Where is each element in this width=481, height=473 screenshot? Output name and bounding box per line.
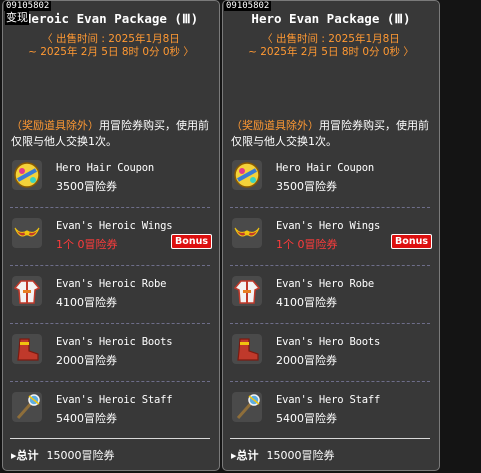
package-item[interactable]: Hero Hair Coupon 3500冒险券 (230, 154, 430, 200)
robe-icon (12, 276, 42, 306)
item-name: Evan's Heroic Staff (56, 394, 173, 406)
item-name: Evan's Hero Wings (276, 220, 381, 232)
bonus-badge: Bonus (391, 234, 432, 249)
item-price: 4100冒险券 (276, 296, 337, 309)
sale-period-line2: ~ 2025年 2月 5日 8时 0分 0秒 〉 (28, 46, 194, 58)
item-divider (230, 207, 430, 208)
item-price: 2000冒险券 (56, 354, 117, 367)
package-total: ▸总计 15000冒险券 (231, 447, 335, 463)
item-price: 1个 0冒险券 (56, 238, 118, 251)
package-item[interactable]: Evan's Heroic Staff 5400冒险券 (10, 386, 210, 432)
item-name: Evan's Hero Boots (276, 336, 381, 348)
item-divider (230, 265, 430, 266)
sale-period: 〈 出售时间 : 2025年1月8日 ~ 2025年 2月 5日 8时 0分 0… (3, 33, 219, 59)
total-label: 总计 (16, 449, 39, 462)
sale-period: 〈 出售时间 : 2025年1月8日 ~ 2025年 2月 5日 8时 0分 0… (223, 33, 439, 59)
sale-period-line1: 〈 出售时间 : 2025年1月8日 (42, 33, 180, 45)
boots-icon (232, 334, 262, 364)
staff-icon (12, 392, 42, 422)
item-name: Hero Hair Coupon (276, 162, 374, 174)
total-label: 总计 (236, 449, 259, 462)
total-value: 15000冒险券 (46, 449, 115, 462)
total-divider (10, 438, 210, 439)
serial-number: 09105802 (4, 1, 52, 11)
sale-period-line1: 〈 出售时间 : 2025年1月8日 (262, 33, 400, 45)
serial-number: 09105802 (224, 1, 272, 11)
package-item[interactable]: Evan's Hero Robe 4100冒险券 (230, 270, 430, 316)
title-prefix: 变现 (5, 11, 29, 25)
bonus-badge: Bonus (171, 234, 212, 249)
item-divider (230, 381, 430, 382)
hair-coupon-icon (232, 160, 262, 190)
item-name: Evan's Hero Staff (276, 394, 381, 406)
package-item[interactable]: Evan's Hero Wings 1个 0冒险券 Bonus (230, 212, 432, 258)
desc-orange: （奖励道具除外） (11, 119, 99, 132)
staff-icon (232, 392, 262, 422)
item-price: 5400冒险券 (276, 412, 337, 425)
package-description: （奖励道具除外）用冒险券购买，使用前仅限与他人交换1次。 (11, 118, 213, 150)
item-divider (10, 207, 210, 208)
item-divider (230, 323, 430, 324)
package-title: Hero Evan Package (Ⅲ) (251, 11, 411, 26)
item-name: Evan's Heroic Wings (56, 220, 173, 232)
package-title: Heroic Evan Package (Ⅲ) (23, 11, 199, 26)
item-price: 1个 0冒险券 (276, 238, 338, 251)
item-name: Evan's Hero Robe (276, 278, 374, 290)
boots-icon (12, 334, 42, 364)
robe-icon (232, 276, 262, 306)
item-name: Evan's Heroic Robe (56, 278, 167, 290)
item-name: Evan's Heroic Boots (56, 336, 173, 348)
item-price: 3500冒险券 (276, 180, 337, 193)
item-name: Hero Hair Coupon (56, 162, 154, 174)
package-tooltip-right: 09105802 Hero Evan Package (Ⅲ) 〈 出售时间 : … (222, 0, 440, 471)
package-total: ▸总计 15000冒险券 (11, 447, 115, 463)
total-divider (230, 438, 430, 439)
item-price: 2000冒险券 (276, 354, 337, 367)
item-price: 3500冒险券 (56, 180, 117, 193)
item-divider (10, 323, 210, 324)
item-divider (10, 381, 210, 382)
total-value: 15000冒险券 (266, 449, 335, 462)
item-price: 4100冒险券 (56, 296, 117, 309)
package-item[interactable]: Evan's Heroic Wings 1个 0冒险券 Bonus (10, 212, 212, 258)
package-description: （奖励道具除外）用冒险券购买，使用前仅限与他人交换1次。 (231, 118, 433, 150)
item-divider (10, 265, 210, 266)
package-item[interactable]: Evan's Hero Staff 5400冒险券 (230, 386, 430, 432)
package-tooltip-left: 09105802 变现 Heroic Evan Package (Ⅲ) 〈 出售… (2, 0, 220, 471)
desc-orange: （奖励道具除外） (231, 119, 319, 132)
package-item[interactable]: Evan's Heroic Robe 4100冒险券 (10, 270, 210, 316)
sale-period-line2: ~ 2025年 2月 5日 8时 0分 0秒 〉 (248, 46, 414, 58)
package-item[interactable]: Evan's Heroic Boots 2000冒险券 (10, 328, 210, 374)
package-item[interactable]: Hero Hair Coupon 3500冒险券 (10, 154, 210, 200)
wings-icon (232, 218, 262, 248)
item-price: 5400冒险券 (56, 412, 117, 425)
hair-coupon-icon (12, 160, 42, 190)
wings-icon (12, 218, 42, 248)
package-item[interactable]: Evan's Hero Boots 2000冒险券 (230, 328, 430, 374)
